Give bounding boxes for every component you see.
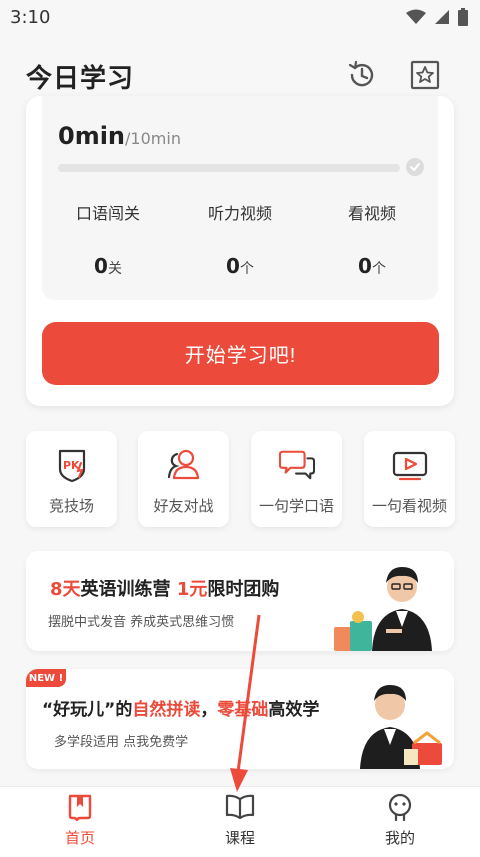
title-text: 限时团购 (207, 579, 280, 600)
teacher-illustration (334, 567, 432, 651)
status-bar: 3:10 (0, 0, 480, 34)
banner-title: “好玩儿”的自然拼读，零基础高效学 (42, 695, 319, 720)
stat-speaking: 口语闯关 0关 (42, 200, 174, 278)
progress-bar (58, 164, 400, 172)
check-icon (406, 158, 424, 176)
banner-title: 8天英语训练营 1元限时团购 (50, 575, 279, 601)
feature-label: 竞技场 (48, 497, 94, 515)
title-highlight: 自然拼读 (132, 700, 201, 720)
stat-listening: 听力视频 0个 (174, 200, 306, 278)
tab-profile[interactable]: 我的 (320, 787, 480, 857)
status-icons (406, 8, 468, 26)
title-text: “好玩儿”的 (42, 700, 133, 720)
home-book-icon (68, 794, 92, 821)
profile-icon (388, 793, 412, 821)
stat-label: 口语闯关 (75, 204, 140, 223)
teacher-illustration (360, 685, 442, 769)
stat-label: 看视频 (347, 204, 396, 223)
study-time-current: 0min (58, 122, 126, 150)
stat-unit: 关 (107, 261, 122, 277)
title-text: 英语训练营 (80, 579, 177, 600)
title-text: ， (200, 700, 218, 720)
history-button[interactable] (345, 58, 379, 92)
page-title: 今日学习 (26, 64, 135, 94)
chat-bubbles-icon (278, 447, 315, 483)
start-learning-button[interactable]: 开始学习吧! (42, 322, 439, 385)
status-time: 3:10 (10, 6, 51, 28)
bootcamp-banner[interactable]: 8天英语训练营 1元限时团购 摆脱中式发音 养成英式思维习惯 (26, 551, 454, 651)
feature-sentence-speaking[interactable]: 一句学口语 (251, 431, 342, 527)
feature-label: 一句看视频 (371, 497, 447, 515)
progress-panel: 0min /10min 口语闯关 0关 听力视频 0个 看视频 0个 (42, 96, 438, 300)
study-time: 0min /10min (58, 122, 181, 150)
feature-label: 好友对战 (153, 497, 214, 515)
banner-subtitle: 多学段适用 点我免费学 (54, 735, 189, 750)
tab-home[interactable]: 首页 (0, 787, 160, 857)
phonics-banner[interactable]: NEW ! “好玩儿”的自然拼读，零基础高效学 多学段适用 点我免费学 (26, 669, 454, 769)
feature-sentence-video[interactable]: 一句看视频 (364, 431, 455, 527)
stat-video: 看视频 0个 (306, 200, 438, 278)
stat-value: 0 (358, 254, 372, 278)
stat-value: 0 (94, 254, 108, 278)
tab-courses[interactable]: 课程 (160, 787, 320, 857)
feature-arena[interactable]: PK 竞技场 (26, 431, 117, 527)
feature-grid: PK 竞技场 好友对战 一句学口语 一句看视频 (26, 431, 456, 527)
open-book-icon (225, 794, 255, 820)
stat-label: 听力视频 (207, 204, 272, 223)
wifi-icon (406, 9, 426, 24)
battery-icon (458, 8, 468, 26)
bottom-tab-bar: 首页 课程 我的 (0, 786, 480, 857)
tab-label: 我的 (384, 829, 415, 847)
video-icon (392, 447, 428, 483)
title-highlight: 零基础 (217, 700, 269, 720)
feature-label: 一句学口语 (258, 497, 334, 515)
history-icon (348, 60, 374, 87)
title-highlight: 1元 (176, 579, 208, 600)
tab-label: 首页 (64, 829, 95, 847)
pk-shield-icon: PK (54, 447, 90, 483)
tab-label: 课程 (224, 829, 255, 847)
title-highlight: 8天 (50, 579, 81, 600)
stat-value: 0 (226, 254, 240, 278)
stat-unit: 个 (239, 261, 254, 277)
favorites-button[interactable] (408, 58, 442, 92)
title-text: 高效学 (268, 700, 320, 720)
banner-subtitle: 摆脱中式发音 养成英式思维习惯 (48, 615, 235, 630)
stats-row: 口语闯关 0关 听力视频 0个 看视频 0个 (42, 200, 438, 278)
daily-progress-card: 0min /10min 口语闯关 0关 听力视频 0个 看视频 0个 开始学习吧… (26, 96, 454, 406)
friends-icon (166, 447, 202, 483)
new-badge: NEW ! (26, 669, 66, 687)
feature-friend-battle[interactable]: 好友对战 (138, 431, 229, 527)
study-time-goal: /10min (125, 129, 181, 148)
star-bookmark-icon (410, 60, 440, 90)
stat-unit: 个 (371, 261, 386, 277)
cellular-icon (435, 10, 449, 24)
